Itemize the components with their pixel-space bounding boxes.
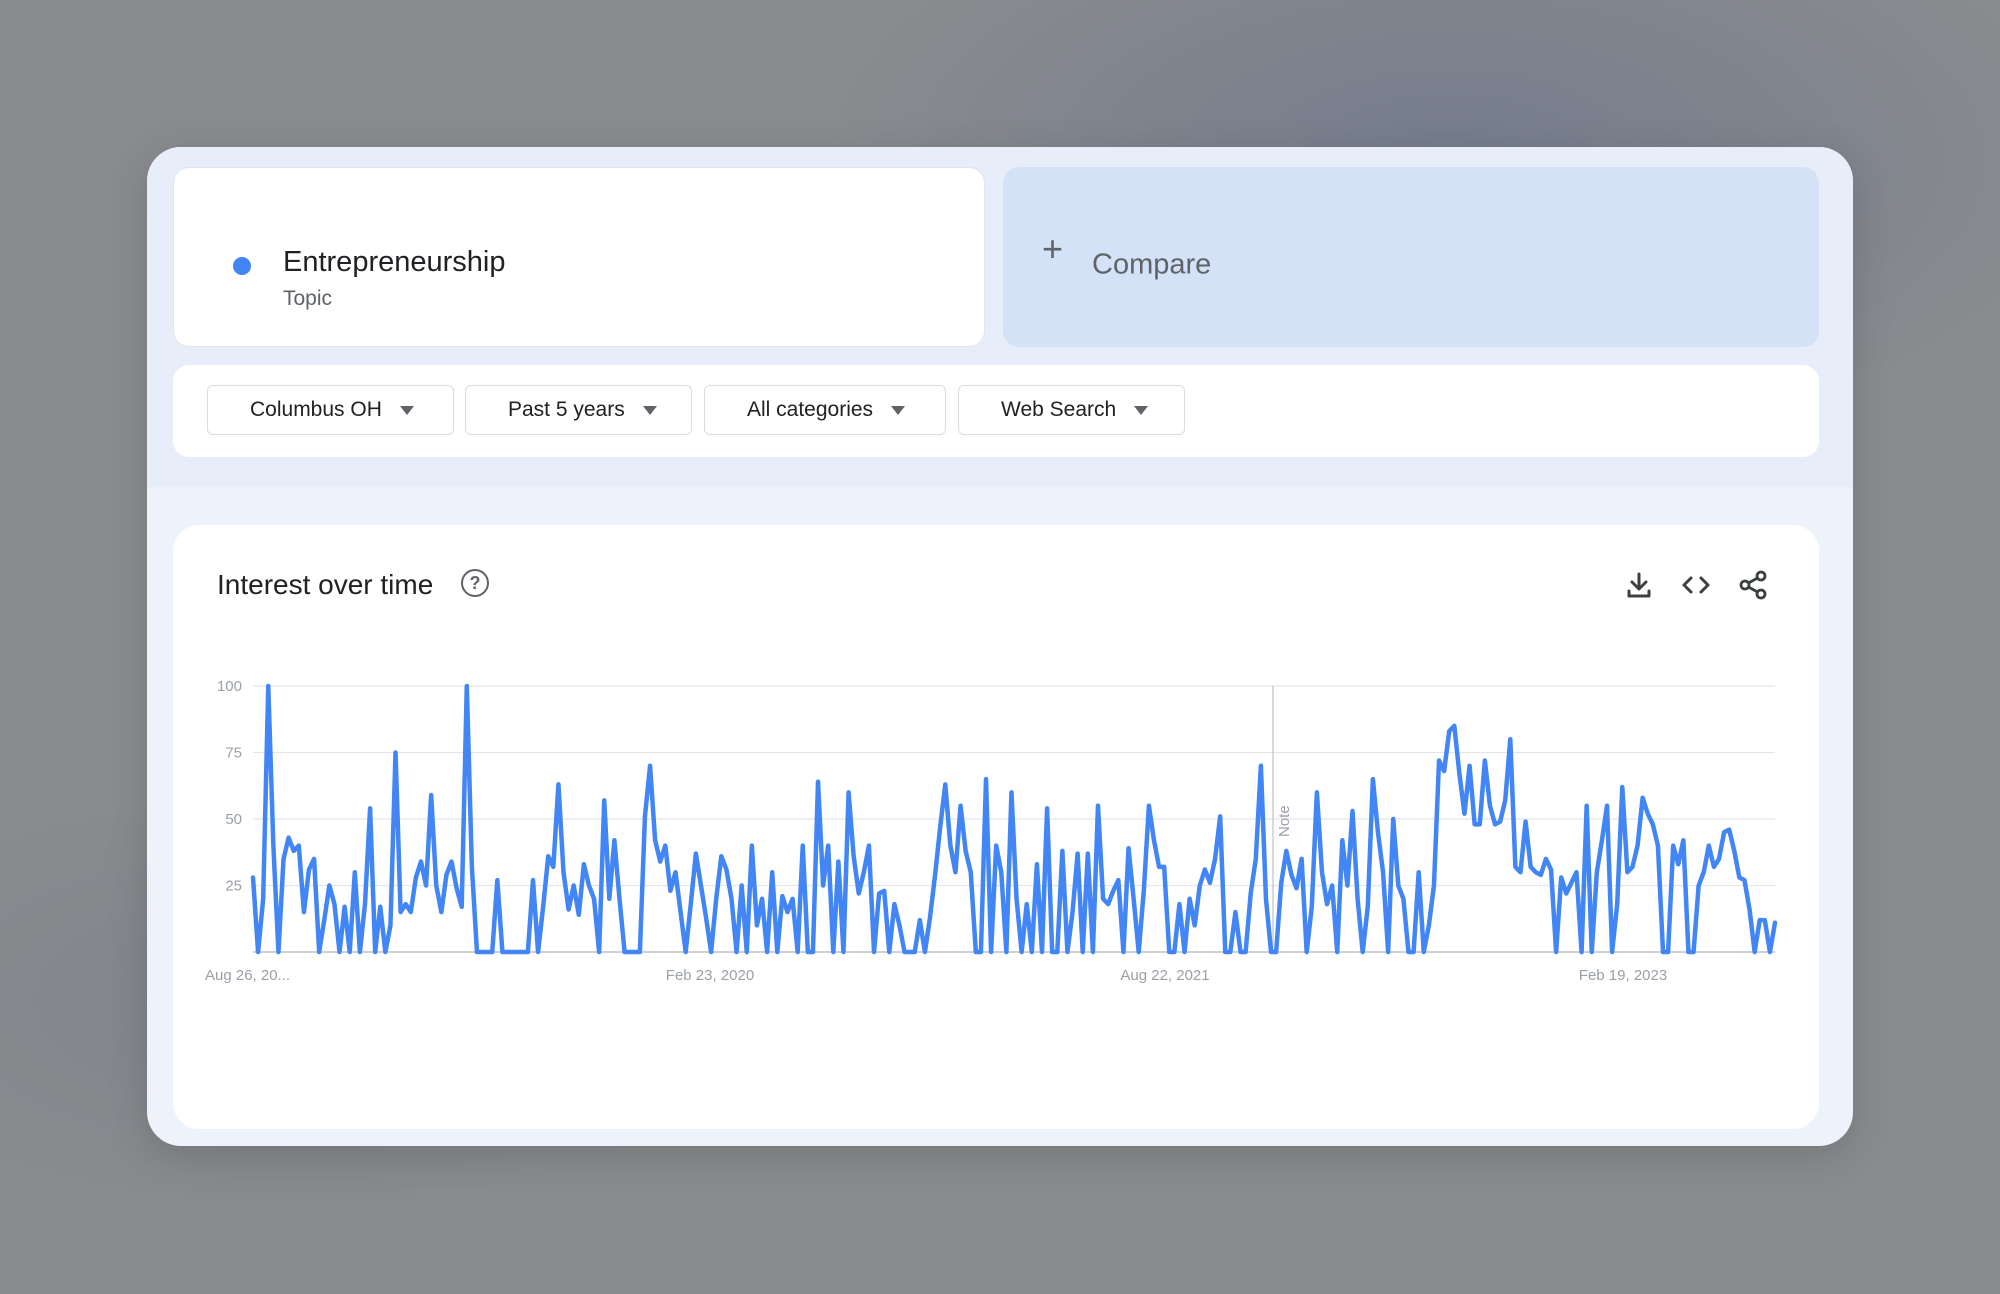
- y-tick-label: 25: [225, 878, 242, 895]
- dropdown-arrow-icon: [642, 405, 657, 415]
- time-range-filter-label: Past 5 years: [508, 398, 625, 421]
- category-filter[interactable]: All categories: [704, 385, 946, 435]
- time-range-filter[interactable]: Past 5 years: [465, 385, 692, 435]
- dropdown-arrow-icon: [1134, 405, 1149, 415]
- dropdown-arrow-icon: [891, 405, 906, 415]
- dropdown-arrow-icon: [399, 405, 414, 415]
- category-filter-label: All categories: [747, 398, 874, 421]
- y-tick-label: 75: [225, 745, 242, 762]
- compare-button[interactable]: + Compare: [1003, 167, 1819, 347]
- search-type-filter-label: Web Search: [1001, 398, 1117, 421]
- search-term-type: Topic: [283, 287, 333, 310]
- x-tick-label: Aug 22, 2021: [1120, 967, 1209, 984]
- series-color-dot: [233, 257, 251, 275]
- location-filter[interactable]: Columbus OH: [207, 385, 454, 435]
- x-tick-label: Feb 19, 2023: [1579, 967, 1667, 984]
- interest-line-chart: 100 75 50 25 Aug 26, 20... Feb 23, 2020 Aug 22…: [205, 678, 1778, 984]
- y-tick-label: 100: [217, 678, 242, 695]
- y-tick-label: 50: [225, 811, 242, 828]
- compare-label: Compare: [1092, 248, 1212, 281]
- trends-card: Entrepreneurship Topic + Compare Columbu…: [147, 147, 1853, 1146]
- search-term-card[interactable]: Entrepreneurship Topic: [173, 167, 985, 347]
- search-type-filter[interactable]: Web Search: [958, 385, 1185, 435]
- plus-icon: +: [1042, 228, 1064, 269]
- search-term-name: Entrepreneurship: [283, 246, 506, 278]
- note-label: Note: [1276, 805, 1293, 837]
- location-filter-label: Columbus OH: [250, 398, 382, 421]
- filter-bar: Columbus OH Past 5 years All categories …: [173, 365, 1819, 457]
- interest-over-time-panel: Interest over time ? 100 75 50 25 Aug 26, 20…: [173, 525, 1819, 1129]
- x-tick-label: Aug 26, 20...: [205, 967, 290, 984]
- x-tick-label: Feb 23, 2020: [666, 967, 754, 984]
